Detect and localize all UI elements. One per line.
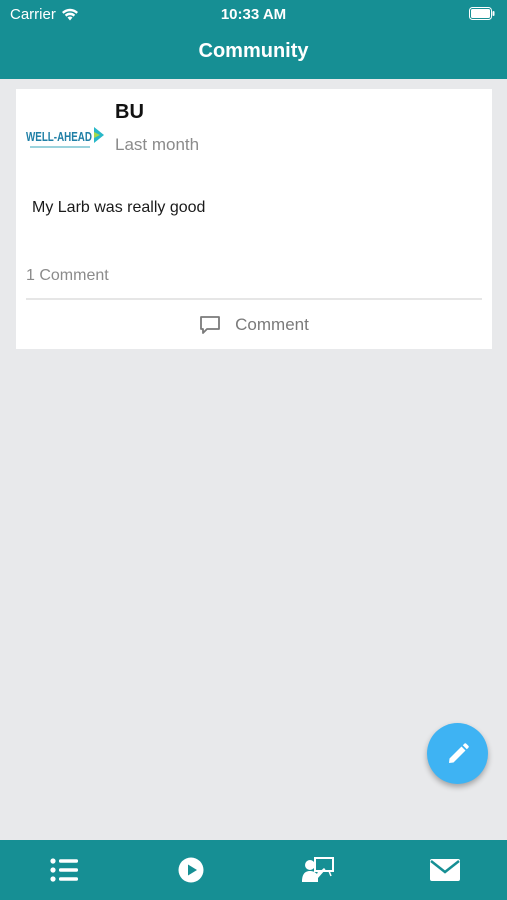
battery-icon bbox=[469, 7, 495, 20]
app-header: Carrier 10:33 AM Community bbox=[0, 0, 507, 79]
status-bar: Carrier 10:33 AM bbox=[0, 0, 507, 28]
comment-button[interactable]: Comment bbox=[16, 304, 492, 346]
divider bbox=[26, 298, 482, 300]
post-text: My Larb was really good bbox=[32, 199, 206, 216]
post-card[interactable]: WELL-AHEAD BU Last month My Larb was rea… bbox=[16, 89, 492, 349]
page-title: Community bbox=[198, 40, 309, 62]
comment-count[interactable]: 1 Comment bbox=[26, 267, 109, 285]
logo-brand-text: WELL-AHEAD bbox=[26, 129, 92, 144]
pencil-icon bbox=[448, 742, 469, 763]
wellahead-logo: WELL-AHEAD bbox=[26, 127, 104, 148]
post-timestamp: Last month bbox=[115, 135, 200, 154]
tab-feed[interactable] bbox=[0, 840, 127, 900]
play-icon bbox=[178, 857, 203, 883]
status-time: 10:33 AM bbox=[220, 6, 287, 23]
tab-messages[interactable] bbox=[381, 840, 507, 900]
tab-videos[interactable] bbox=[127, 840, 254, 900]
comment-button-label: Comment bbox=[235, 315, 309, 334]
tab-community[interactable] bbox=[254, 840, 381, 900]
presenter-icon bbox=[301, 857, 334, 882]
tab-bar bbox=[0, 840, 507, 900]
post-author[interactable]: BU bbox=[115, 101, 144, 124]
new-post-button[interactable] bbox=[427, 723, 488, 784]
comment-icon bbox=[200, 316, 221, 334]
mail-icon bbox=[429, 859, 460, 881]
list-icon bbox=[49, 858, 78, 882]
